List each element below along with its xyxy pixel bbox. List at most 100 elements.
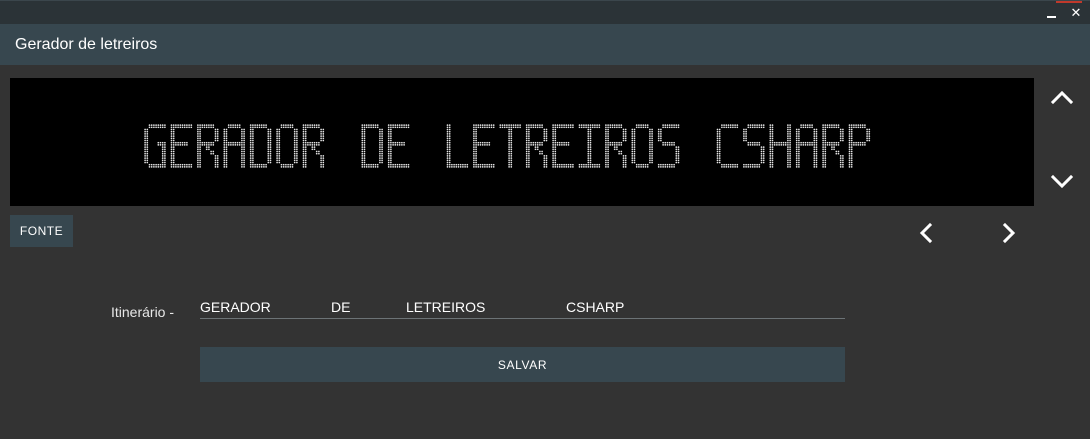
led-dot (501, 124, 504, 126)
led-dot (403, 124, 405, 126)
led-dot (543, 163, 546, 166)
led-dot (633, 135, 636, 137)
led-dot (199, 163, 201, 166)
led-dot (824, 144, 827, 146)
fonte-button[interactable]: FONTE (10, 215, 73, 247)
led-dot (749, 124, 752, 126)
led-dot (769, 161, 772, 164)
led-dot (649, 128, 651, 131)
led-dot (635, 124, 638, 126)
led-dot (675, 157, 678, 159)
led-dot (197, 133, 199, 135)
led-dot (368, 166, 370, 168)
led-dot (649, 152, 651, 155)
led-dot (813, 139, 816, 142)
led-dot (199, 126, 201, 129)
led-dot (760, 159, 763, 162)
led-dot (234, 124, 237, 126)
led-dot (161, 159, 164, 162)
led-dot (554, 150, 557, 153)
led-dot (475, 130, 477, 133)
led-dot (716, 148, 719, 151)
led-dot (285, 124, 287, 126)
led-dot (164, 166, 166, 168)
led-dot (230, 124, 232, 126)
led-dot (859, 124, 862, 126)
led-dot (302, 124, 305, 126)
led-dot (622, 128, 625, 131)
led-dot (605, 141, 607, 144)
led-dot (473, 144, 475, 146)
led-dot (473, 161, 475, 164)
led-dot (798, 130, 800, 133)
led-dot (725, 166, 728, 168)
led-dot (848, 139, 851, 142)
next-button[interactable] (991, 215, 1027, 251)
prev-button[interactable] (908, 215, 944, 251)
led-dot (197, 124, 199, 126)
led-dot (587, 155, 590, 157)
led-dot (398, 141, 401, 144)
led-dot (835, 150, 838, 153)
led-dot (146, 137, 149, 140)
led-dot (481, 166, 484, 168)
led-dot (762, 146, 765, 148)
led-dot (760, 146, 763, 148)
led-dot (545, 137, 548, 140)
led-dot (861, 144, 864, 146)
led-dot (304, 135, 307, 137)
led-dot (407, 166, 410, 168)
scroll-down-button[interactable] (1044, 163, 1080, 199)
led-dot (381, 135, 383, 137)
led-dot (446, 161, 449, 164)
led-dot (302, 166, 305, 168)
led-dot (379, 128, 381, 131)
led-dot (633, 161, 636, 164)
led-dot (256, 163, 259, 166)
led-dot (528, 135, 530, 137)
minimize-button[interactable] (1041, 5, 1061, 21)
led-dot (177, 124, 179, 126)
itinerario-input[interactable]: GERADOR DE LETREIROS CSHARP (200, 296, 845, 319)
led-dot (252, 146, 254, 148)
led-dot (390, 128, 392, 131)
led-dot (572, 126, 574, 129)
led-dot (361, 128, 364, 131)
led-dot (668, 144, 671, 146)
led-dot (866, 135, 868, 137)
led-dot (624, 128, 627, 131)
led-dot (789, 163, 791, 166)
led-dot (322, 135, 325, 137)
led-dot (398, 126, 401, 129)
led-dot (252, 161, 254, 164)
led-dot (745, 130, 747, 133)
led-dot (749, 166, 752, 168)
led-dot (302, 144, 305, 146)
led-dot (789, 124, 791, 126)
close-button[interactable]: ✕ (1066, 5, 1086, 21)
chevron-right-icon (1002, 222, 1016, 244)
led-dot (446, 166, 449, 168)
led-dot (541, 141, 543, 144)
led-dot (241, 137, 243, 140)
led-dot (214, 161, 217, 164)
led-dot (363, 152, 366, 155)
led-dot (296, 159, 298, 162)
led-dot (479, 163, 482, 166)
led-dot (278, 155, 281, 157)
led-dot (822, 139, 824, 142)
led-dot (554, 135, 557, 137)
led-dot (642, 163, 645, 166)
led-dot (607, 155, 609, 157)
led-dot (181, 141, 184, 144)
led-dot (633, 146, 636, 148)
led-dot (267, 161, 270, 164)
led-dot (589, 144, 592, 146)
scroll-up-button[interactable] (1044, 79, 1080, 115)
led-dot (839, 166, 842, 168)
led-dot (649, 155, 651, 157)
save-button[interactable]: SALVAR (200, 347, 845, 382)
led-dot (492, 166, 495, 168)
led-dot (249, 135, 252, 137)
led-dot (311, 141, 314, 144)
